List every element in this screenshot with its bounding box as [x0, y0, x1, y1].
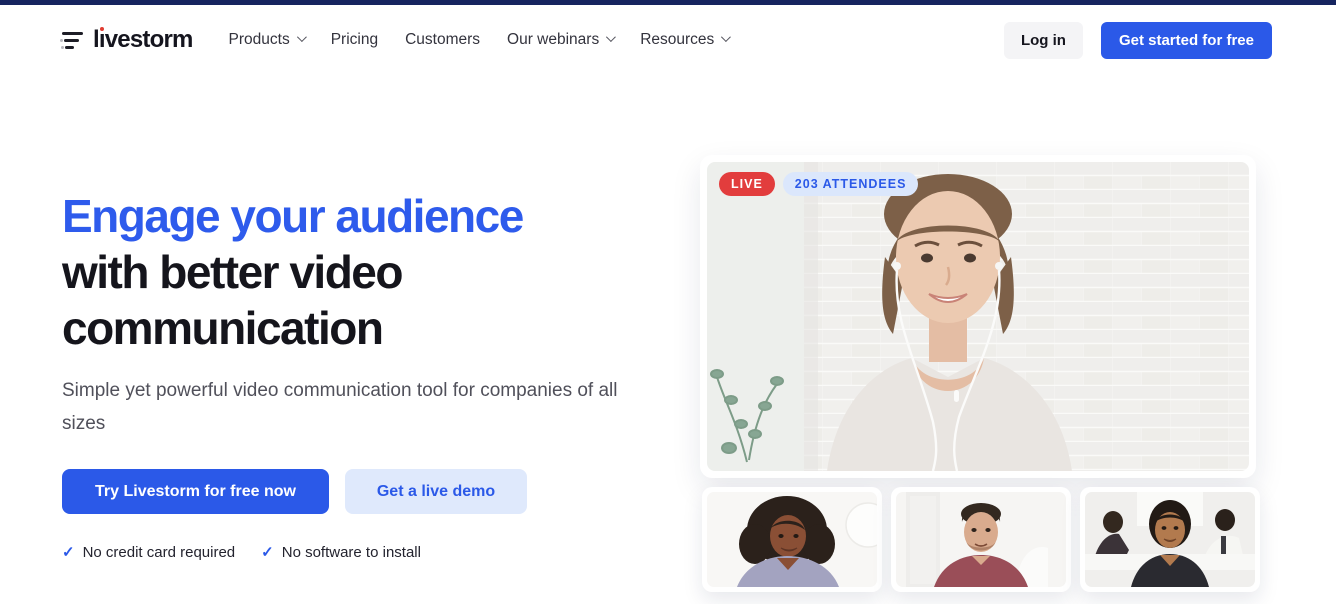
chevron-down-icon	[721, 32, 732, 43]
check-icon: ✓	[261, 544, 274, 561]
chevron-down-icon	[606, 32, 617, 43]
nav-item-products[interactable]: Products	[228, 31, 307, 49]
video-call-illustration: LIVE 203 ATTENDEES	[700, 155, 1262, 592]
participant-thumbnails	[702, 487, 1260, 592]
hero-title-line3: communication	[62, 302, 384, 354]
hero-title-line2: with better video	[62, 246, 403, 298]
livestorm-funnel-icon	[60, 31, 84, 50]
nav-label: Customers	[405, 31, 481, 48]
check-icon: ✓	[62, 544, 75, 561]
get-started-button[interactable]: Get started for free	[1100, 21, 1272, 59]
livestorm-homepage: l ı vestorm Products Pricing Customers Our…	[0, 0, 1336, 604]
participant-video-1	[702, 487, 882, 592]
nav-item-our-webinars[interactable]: Our webinars	[507, 31, 617, 49]
bullet-no-software: ✓ No software to install	[261, 543, 421, 562]
header: l ı vestorm Products Pricing Customers Our…	[0, 5, 1336, 75]
logo-red-dot	[99, 27, 104, 31]
participant-video-2	[891, 487, 1071, 592]
main-speaker-video	[707, 162, 1249, 471]
bullet-no-credit-card: ✓ No credit card required	[62, 543, 236, 562]
hero-bullets: ✓ No credit card required ✓ No software …	[62, 543, 421, 562]
nav-item-pricing[interactable]: Pricing	[331, 31, 378, 49]
main-speaker-card: LIVE 203 ATTENDEES	[700, 155, 1256, 478]
man-beard-video	[896, 492, 1066, 587]
livestorm-logo[interactable]: l ı vestorm	[60, 26, 193, 54]
hero-cta-group: Try Livestorm for free now Get a live de…	[62, 469, 527, 514]
main-nav: Products Pricing Customers Our webinars …	[228, 31, 732, 49]
woman-curly-hair-video	[707, 492, 877, 587]
live-badge: LIVE	[719, 172, 775, 196]
nav-item-resources[interactable]: Resources	[640, 31, 732, 49]
nav-label: Pricing	[330, 31, 379, 48]
nav-item-customers[interactable]: Customers	[405, 31, 480, 49]
nav-label: Resources	[640, 31, 715, 48]
attendees-badge: 203 ATTENDEES	[782, 172, 919, 196]
bullet-label: No credit card required	[82, 543, 236, 561]
woman-office-video	[1085, 492, 1255, 587]
livestorm-wordmark: l ı vestorm	[93, 26, 193, 53]
nav-label: Our webinars	[507, 31, 600, 48]
participant-video-3	[1080, 487, 1260, 592]
hero-subtitle: Simple yet powerful video communication …	[62, 380, 618, 434]
nav-label: Products	[228, 31, 290, 48]
hero-title: Engage your audience with better video c…	[62, 188, 622, 356]
hero-title-blue-line: Engage your audience	[62, 190, 524, 242]
bullet-label: No software to install	[281, 543, 421, 561]
video-badges: LIVE 203 ATTENDEES	[719, 172, 919, 196]
get-live-demo-button[interactable]: Get a live demo	[345, 469, 527, 514]
login-button[interactable]: Log in	[1003, 21, 1083, 59]
try-for-free-button[interactable]: Try Livestorm for free now	[62, 469, 329, 514]
chevron-down-icon	[296, 32, 307, 43]
